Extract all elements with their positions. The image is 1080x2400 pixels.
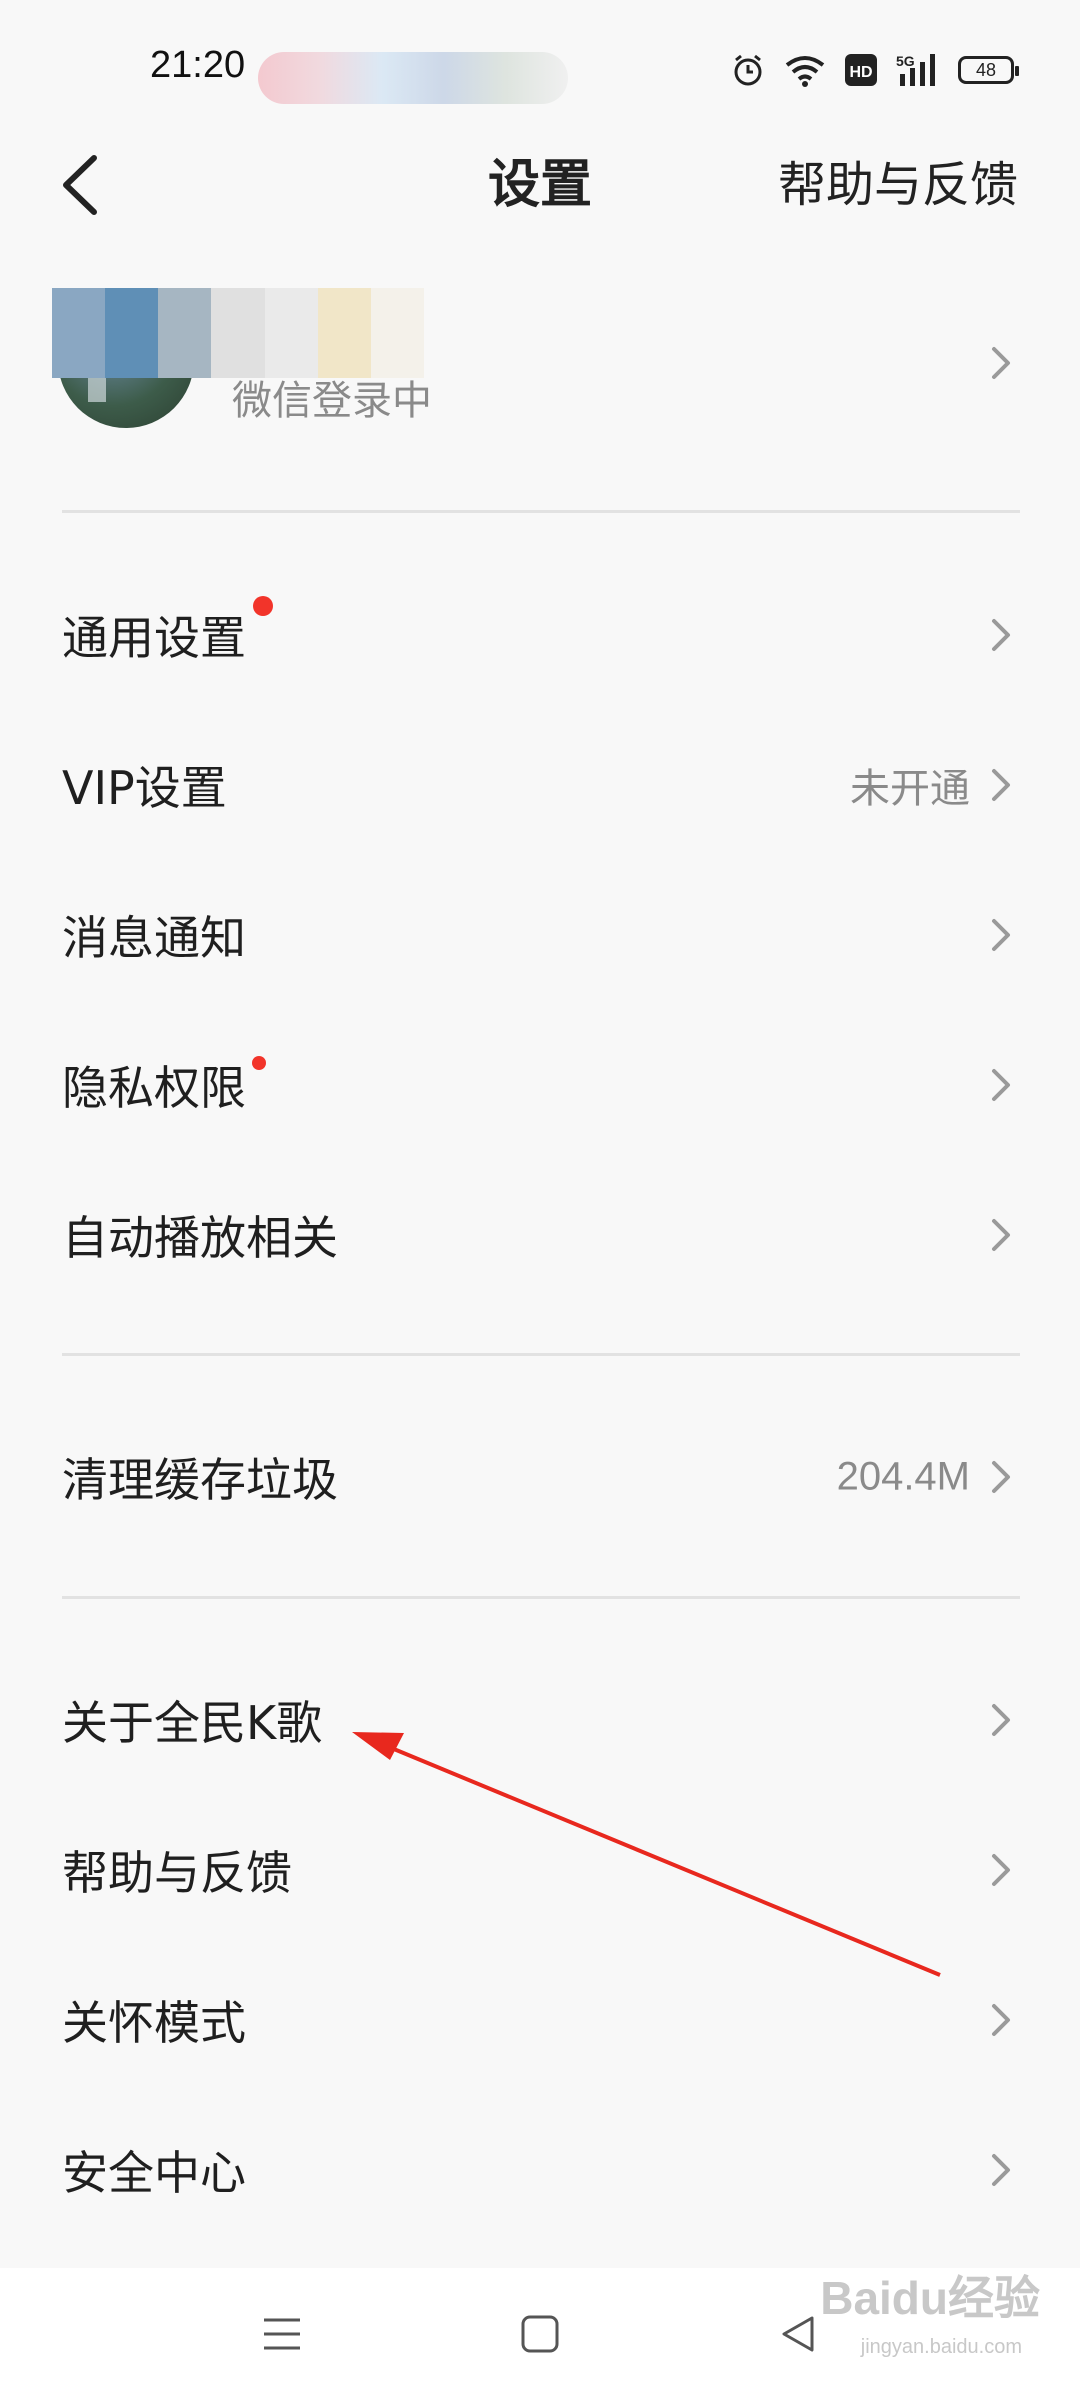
vip-status-value: 未开通 <box>850 767 970 811</box>
home-icon[interactable] <box>520 2314 560 2354</box>
watermark-logo: Baidu经验 <box>820 2272 1040 2324</box>
settings-item-privacy[interactable]: 隐私权限 <box>0 1010 1080 1160</box>
chevron-left-icon <box>63 155 97 215</box>
notification-dot <box>253 596 273 616</box>
settings-item-general[interactable]: 通用设置 <box>0 560 1080 710</box>
menu-icon[interactable] <box>262 2314 302 2354</box>
back-button[interactable] <box>48 150 118 220</box>
settings-item-label: 安全中心 <box>62 2146 246 2200</box>
settings-item-vip[interactable]: VIP设置 未开通 <box>0 710 1080 860</box>
settings-item-care-mode[interactable]: 关怀模式 <box>0 1945 1080 2095</box>
cache-size-value: 204.4M <box>836 1454 970 1499</box>
chevron-right-icon <box>992 1854 1010 1886</box>
signal-5g-icon: 5G <box>896 53 935 86</box>
divider <box>62 1596 1020 1599</box>
battery-icon: 48 <box>958 56 1019 84</box>
login-status: 微信登录中 <box>232 378 432 424</box>
chevron-right-icon <box>992 1461 1010 1493</box>
divider <box>62 510 1020 513</box>
status-icons: HD 5G 48 <box>730 50 1019 90</box>
settings-item-help[interactable]: 帮助与反馈 <box>0 1795 1080 1945</box>
settings-item-notifications[interactable]: 消息通知 <box>0 860 1080 1010</box>
notification-dot <box>252 1056 266 1070</box>
settings-item-label: 清理缓存垃圾 <box>62 1453 338 1507</box>
svg-text:5G: 5G <box>896 53 915 69</box>
settings-item-clear-cache[interactable]: 清理缓存垃圾 204.4M <box>0 1402 1080 1552</box>
chevron-right-icon <box>992 2154 1010 2186</box>
profile-row[interactable]: 微信登录中 <box>0 270 1080 480</box>
blurred-notification-area <box>258 52 568 104</box>
chevron-right-icon <box>992 1219 1010 1251</box>
chevron-right-icon <box>992 1069 1010 1101</box>
settings-item-label: 自动播放相关 <box>62 1211 338 1265</box>
settings-item-about[interactable]: 关于全民K歌 <box>0 1645 1080 1795</box>
divider <box>62 1353 1020 1356</box>
settings-item-label: 关于全民K歌 <box>62 1696 323 1750</box>
chevron-right-icon <box>992 347 1010 379</box>
settings-item-label: 消息通知 <box>62 911 246 965</box>
settings-item-label: 帮助与反馈 <box>62 1846 292 1900</box>
chevron-right-icon <box>992 619 1010 651</box>
chevron-right-icon <box>992 2004 1010 2036</box>
alarm-icon <box>734 54 762 86</box>
chevron-right-icon <box>992 919 1010 951</box>
chevron-right-icon <box>992 769 1010 801</box>
hd-icon: HD <box>845 54 877 86</box>
chevron-right-icon <box>992 1704 1010 1736</box>
back-triangle-icon[interactable] <box>778 2314 818 2354</box>
settings-item-label: VIP设置 <box>62 761 227 815</box>
svg-text:HD: HD <box>849 64 872 81</box>
help-feedback-link[interactable]: 帮助与反馈 <box>778 150 1018 220</box>
settings-item-label: 隐私权限 <box>62 1061 246 1115</box>
blurred-username <box>52 288 424 378</box>
status-bar: 21:20 HD 5G 48 <box>0 0 1080 120</box>
settings-item-label: 关怀模式 <box>62 1996 246 2050</box>
wifi-icon <box>785 56 825 87</box>
status-time: 21:20 <box>150 44 246 86</box>
header-bar: 设置 帮助与反馈 <box>0 120 1080 250</box>
settings-item-autoplay[interactable]: 自动播放相关 <box>0 1160 1080 1310</box>
settings-item-label: 通用设置 <box>62 611 246 665</box>
watermark-url: jingyan.baidu.com <box>860 2336 1022 2358</box>
settings-item-security[interactable]: 安全中心 <box>0 2095 1080 2245</box>
